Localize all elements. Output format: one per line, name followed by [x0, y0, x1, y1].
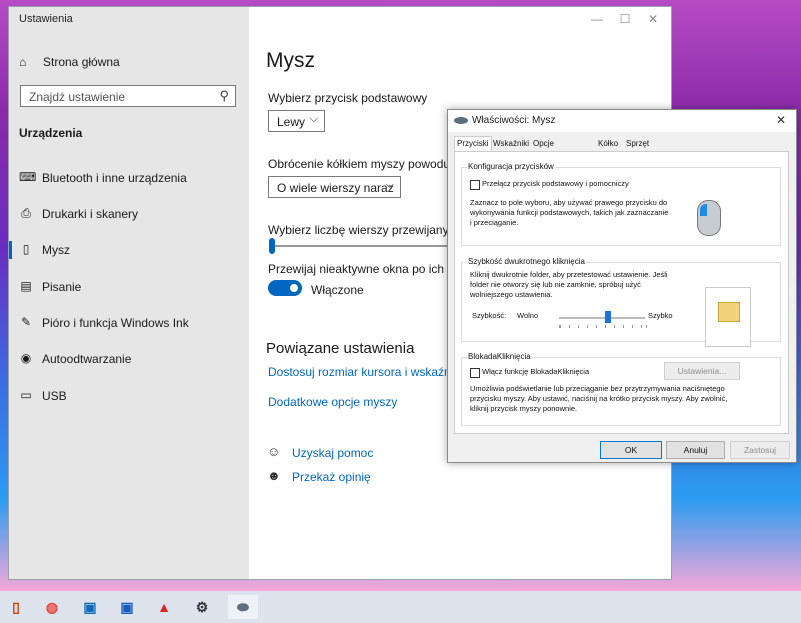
tab-hardware[interactable]: Sprzęt [624, 137, 651, 151]
lines-slider[interactable] [269, 238, 459, 254]
toggle-state: Włączone [311, 283, 364, 297]
group-title: Konfiguracja przycisków [467, 162, 555, 171]
sidebar-item-mouse[interactable]: ▯ Mysz [9, 237, 249, 263]
home-icon: ⌂ [19, 55, 27, 69]
cancel-button[interactable]: Anuluj [666, 441, 725, 459]
word-icon[interactable]: ▣ [115, 595, 139, 619]
sidebar-item-label: Mysz [42, 243, 70, 257]
dropdown-value: Lewy [277, 115, 306, 129]
get-help-link[interactable]: Uzyskaj pomoc [292, 446, 373, 460]
help-icon: ☺ [267, 444, 281, 459]
button-config-group: Konfiguracja przycisków Przełącz przycis… [461, 162, 781, 246]
home-label: Strona główna [43, 55, 120, 69]
tab-pointers[interactable]: Wskaźniki [491, 137, 531, 151]
additional-mouse-options-link[interactable]: Dodatkowe opcje myszy [268, 395, 397, 409]
taskbar: ▯ ◍ ▣ ▣ ▲ ⚙ ⬬ [0, 591, 801, 623]
sidebar-item-typing[interactable]: ▤ Pisanie [9, 274, 249, 300]
pen-icon: ✎ [20, 315, 32, 329]
test-folder-area[interactable] [705, 287, 751, 347]
sidebar-item-printers[interactable]: ⎙ Drukarki i skanery [9, 201, 249, 227]
feedback-link[interactable]: Przekaż opinię [292, 470, 371, 484]
dropdown-value: O wiele wierszy naraz [277, 181, 394, 195]
usb-icon: ▭ [20, 388, 32, 402]
sidebar-item-label: Pióro i funkcja Windows Ink [42, 316, 189, 330]
mouse-icon [454, 117, 468, 124]
double-click-speed-track[interactable] [559, 317, 645, 319]
bluetooth-icon: ⌨ [19, 170, 37, 184]
mouse-image [697, 200, 721, 236]
printer-icon: ⎙ [21, 206, 31, 220]
sidebar-item-label: USB [42, 389, 67, 403]
scroll-inactive-label: Przewijaj nieaktywne okna po ich wska [268, 262, 475, 276]
group-description: Zaznacz to pole wyboru, aby używać prawe… [470, 198, 669, 227]
chevron-down-icon: ⌵ [385, 179, 394, 191]
scroll-inactive-toggle[interactable] [268, 280, 302, 296]
mouse-icon: ▯ [22, 242, 30, 256]
tab-pointer-options[interactable]: Opcje wskaźnika [531, 137, 572, 162]
tab-wheel[interactable]: Kółko [596, 137, 620, 151]
wheel-label: Obrócenie kółkiem myszy powoduje pr [268, 157, 474, 171]
sidebar-item-label: Drukarki i skanery [42, 207, 139, 221]
page-title: Mysz [266, 49, 315, 72]
speed-ticks [559, 325, 647, 328]
group-title: BlokadaKliknięcia [467, 352, 532, 361]
dialog-title: Właściwości: Mysz [472, 115, 556, 126]
checkbox-label: Przełącz przycisk podstawowy i pomocnicz… [482, 179, 629, 188]
mouse-properties-icon[interactable]: ⬬ [228, 595, 258, 619]
double-click-group: Szybkość dwukrotnego kliknięcia Kliknij … [461, 257, 781, 347]
ok-button[interactable]: OK [600, 441, 662, 459]
clicklock-settings-button[interactable]: Ustawienia... [664, 362, 740, 380]
wheel-dropdown[interactable]: O wiele wierszy naraz ⌵ [268, 176, 401, 198]
cursor-size-link[interactable]: Dostosuj rozmiar kursora i wskaźnika [268, 365, 466, 379]
feedback-icon: ☻ [267, 468, 281, 483]
tab-buttons[interactable]: Przyciski [454, 136, 492, 152]
section-title: Urządzenia [19, 126, 83, 140]
sidebar-item-label: Pisanie [42, 280, 82, 294]
sidebar-item-usb[interactable]: ▭ USB [9, 383, 249, 409]
double-click-speed-thumb[interactable] [605, 311, 611, 323]
close-icon[interactable]: ✕ [776, 113, 786, 127]
folder-icon[interactable] [718, 302, 740, 322]
sidebar-item-label: Autoodtwarzanie [42, 352, 132, 366]
search-input[interactable]: Znajdź ustawienie ⚲ [20, 85, 236, 107]
autoplay-icon: ◉ [20, 351, 32, 365]
mouse-properties-dialog: Właściwości: Mysz ✕ Przyciski Wskaźniki … [447, 109, 797, 463]
search-icon: ⚲ [219, 88, 229, 103]
apply-button[interactable]: Zastosuj [730, 441, 790, 459]
clicklock-group: BlokadaKliknięcia Włącz funkcję BlokadaK… [461, 352, 781, 426]
chevron-down-icon: ⌵ [309, 113, 318, 125]
tab-panel: Konfiguracja przycisków Przełącz przycis… [454, 151, 789, 434]
sidebar-item-autoplay[interactable]: ◉ Autoodtwarzanie [9, 346, 249, 372]
primary-button-dropdown[interactable]: Lewy ⌵ [268, 110, 325, 132]
group-description: Umożliwia podświetlanie lub przeciąganie… [470, 384, 728, 413]
search-placeholder: Znajdź ustawienie [29, 90, 126, 104]
slider-thumb[interactable] [269, 238, 275, 254]
settings-gear-icon[interactable]: ⚙ [190, 595, 214, 619]
slow-label: Wolno [517, 311, 539, 320]
related-settings-title: Powiązane ustawienia [266, 340, 415, 357]
office-icon[interactable]: ▯ [4, 595, 28, 619]
primary-button-label: Wybierz przycisk podstawowy [268, 91, 428, 105]
outlook-icon[interactable]: ▣ [78, 595, 102, 619]
clicklock-checkbox[interactable] [470, 368, 480, 378]
fast-label: Szybko [648, 311, 673, 320]
keyboard-icon: ▤ [20, 279, 32, 293]
group-description: Kliknij dwukrotnie folder, aby przetesto… [470, 270, 668, 299]
acrobat-icon[interactable]: ▲ [152, 595, 176, 619]
group-title: Szybkość dwukrotnego kliknięcia [467, 257, 586, 266]
sidebar-item-bluetooth[interactable]: ⌨ Bluetooth i inne urządzenia [9, 165, 249, 191]
sidebar-item-label: Bluetooth i inne urządzenia [42, 171, 187, 185]
window-title: Ustawienia [19, 13, 73, 25]
home-link[interactable]: ⌂ Strona główna [19, 55, 120, 69]
chrome-icon[interactable]: ◍ [40, 595, 64, 619]
speed-label: Szybkość: [472, 311, 507, 320]
sidebar-item-pen[interactable]: ✎ Pióro i funkcja Windows Ink [9, 310, 249, 336]
checkbox-label: Włącz funkcję BlokadaKliknięcia [482, 367, 590, 376]
dialog-title-bar: Właściwości: Mysz ✕ [448, 110, 796, 132]
switch-buttons-checkbox[interactable] [470, 180, 480, 190]
